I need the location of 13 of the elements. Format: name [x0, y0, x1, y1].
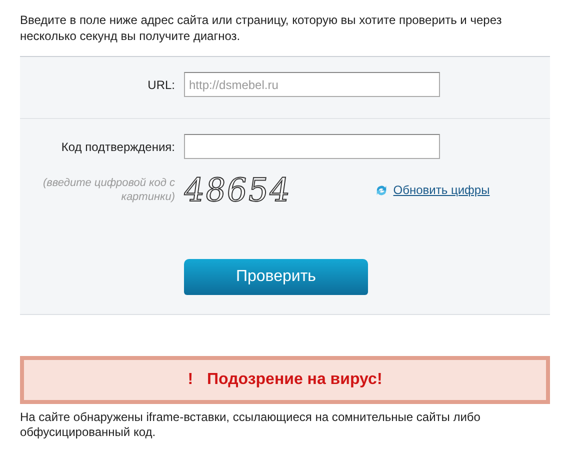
refresh-icon[interactable] [375, 184, 388, 196]
url-label: URL: [146, 78, 175, 92]
captcha-image: 48654 [181, 171, 294, 209]
check-button[interactable]: Проверить [184, 259, 368, 295]
url-field[interactable]: http://dsmebel.ru [184, 72, 440, 97]
result-text: На сайте обнаружены iframe-вставки, ссылающиеся на сомнительные сайты либо обфусицированный код. [20, 410, 482, 440]
code-hint: (введите цифровой код с картинки) [42, 176, 175, 204]
intro-text: Введите в поле ниже адрес сайта или страницу, которую вы хотите проверить и через несколько секунд вы получите диагноз. [20, 12, 503, 44]
alert-icon: ! [188, 371, 194, 389]
code-field[interactable] [184, 134, 440, 159]
refresh-link[interactable]: Обновить цифры [393, 183, 490, 197]
alert-message: Подозрение на вирус! [207, 371, 382, 389]
code-label: Код подтверждения: [60, 140, 175, 154]
